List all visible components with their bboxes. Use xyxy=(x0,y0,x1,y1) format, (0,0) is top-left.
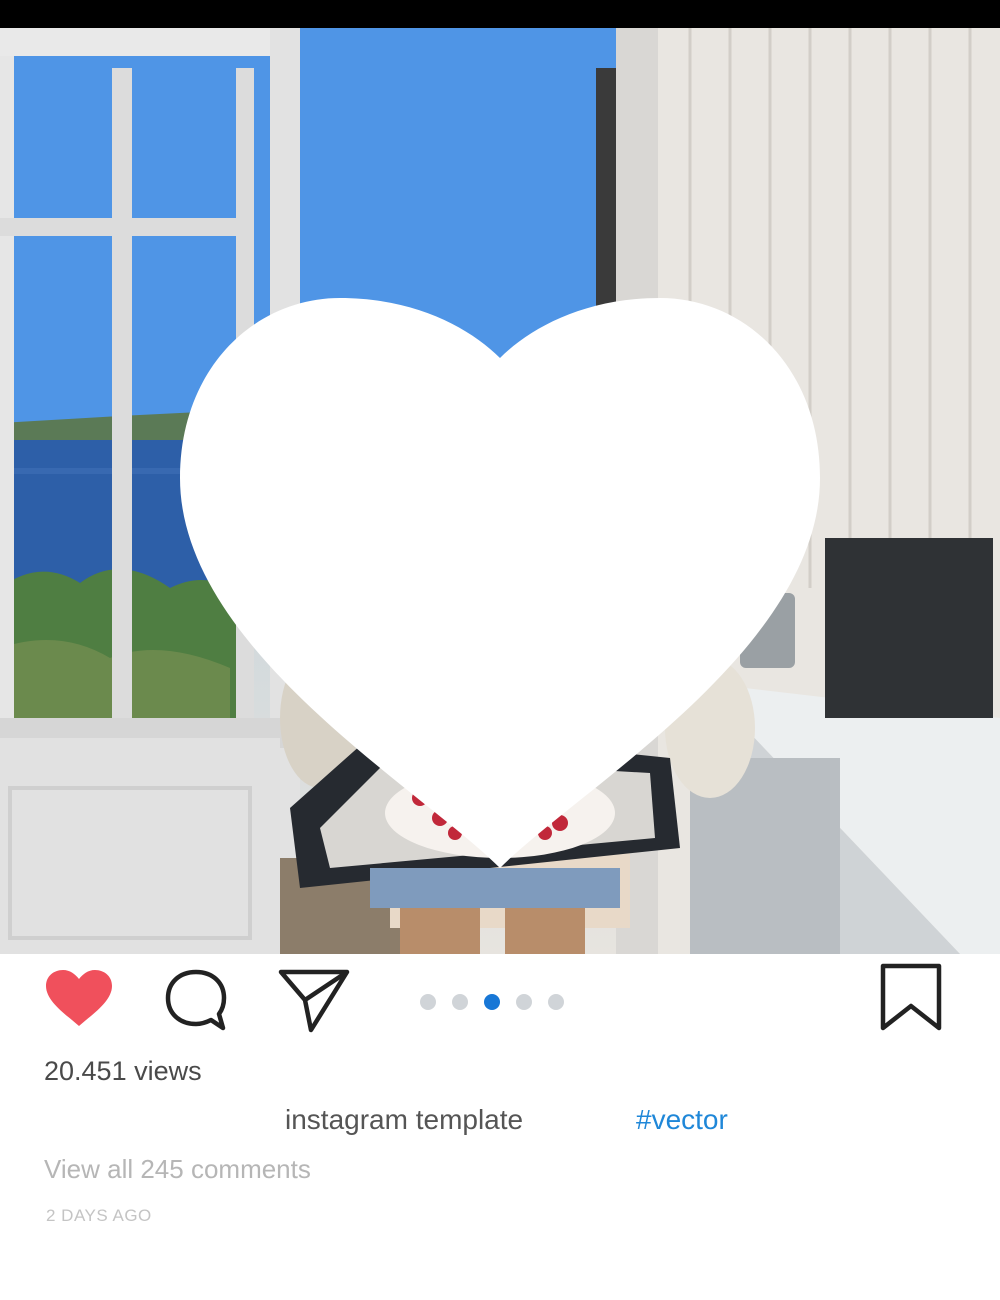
carousel-dot[interactable] xyxy=(516,994,532,1010)
share-button[interactable] xyxy=(278,968,350,1039)
save-button[interactable] xyxy=(878,962,944,1039)
carousel-dot[interactable] xyxy=(452,994,468,1010)
post-card: 20.451 views instagram template #vector … xyxy=(0,28,1000,1300)
post-timestamp: 2 DAYS AGO xyxy=(46,1206,152,1225)
like-button[interactable] xyxy=(44,968,114,1035)
heart-icon xyxy=(46,970,112,1026)
carousel-indicator xyxy=(420,994,564,1010)
hashtag-link[interactable]: #vector xyxy=(636,1104,728,1136)
send-icon xyxy=(278,969,350,1033)
post-photo[interactable] xyxy=(0,28,1000,954)
carousel-dot[interactable] xyxy=(420,994,436,1010)
photo-scene xyxy=(0,28,1000,954)
comment-icon xyxy=(165,969,227,1031)
view-comments-link[interactable]: View all 245 comments xyxy=(44,1154,311,1185)
carousel-dot[interactable] xyxy=(548,994,564,1010)
carousel-dot[interactable] xyxy=(484,994,500,1010)
view-count: 20.451 views xyxy=(44,1056,202,1086)
bookmark-icon xyxy=(880,963,942,1031)
post-caption: instagram template xyxy=(285,1104,524,1135)
comment-button[interactable] xyxy=(163,968,229,1039)
